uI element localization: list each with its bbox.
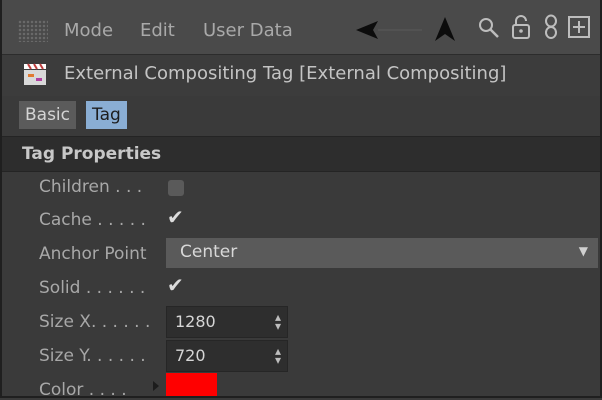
expand-arrow-icon[interactable] <box>153 381 159 391</box>
cursor-arrow-icon[interactable] <box>435 17 455 41</box>
chevron-down-icon: ▼ <box>578 244 588 258</box>
children-checkbox[interactable] <box>168 180 184 196</box>
anchor-point-value: Center <box>180 242 238 262</box>
clapperboard-icon <box>24 63 46 85</box>
anchor-point-label: Anchor Point <box>39 244 147 264</box>
color-swatch[interactable] <box>166 373 217 396</box>
children-label: Children . . . <box>39 177 143 197</box>
attribute-manager: Mode Edit User Data External Compositing… <box>0 0 602 398</box>
size-x-field[interactable]: 1280 ▴ ▾ <box>166 306 288 338</box>
solid-label: Solid . . . . . . <box>39 278 146 298</box>
cache-label: Cache . . . . . <box>39 210 146 230</box>
lock-icon[interactable] <box>511 14 531 40</box>
anchor-point-dropdown[interactable]: Center ▼ <box>166 238 598 268</box>
menu-mode[interactable]: Mode <box>64 20 113 41</box>
link-icon[interactable] <box>543 14 559 40</box>
size-x-value: 1280 <box>175 312 216 331</box>
menu-edit[interactable]: Edit <box>140 20 175 41</box>
size-y-field[interactable]: 720 ▴ ▾ <box>166 340 288 372</box>
color-label: Color . . . . <box>39 380 127 398</box>
title-bar: External Compositing Tag [External Compo… <box>2 55 600 96</box>
grip-handle-icon[interactable] <box>18 20 48 42</box>
menu-bar: Mode Edit User Data <box>2 0 600 55</box>
new-panel-icon[interactable] <box>568 16 590 38</box>
solid-checkbox[interactable]: ✔ <box>167 275 184 295</box>
section-header[interactable]: Tag Properties <box>2 136 600 172</box>
page-title: External Compositing Tag [External Compo… <box>64 63 507 84</box>
tab-tag[interactable]: Tag <box>86 101 127 129</box>
tab-basic[interactable]: Basic <box>19 101 77 129</box>
size-y-label: Size Y. . . . . . <box>39 346 146 366</box>
section-title: Tag Properties <box>22 144 162 164</box>
search-icon[interactable] <box>477 16 501 40</box>
cache-checkbox[interactable]: ✔ <box>167 207 184 227</box>
back-arrow-icon[interactable] <box>356 19 424 41</box>
stepper-arrows-icon[interactable]: ▴ ▾ <box>275 311 281 332</box>
stepper-arrows-icon[interactable]: ▴ ▾ <box>275 345 281 366</box>
size-x-label: Size X. . . . . . <box>39 312 151 332</box>
tab-bar: Basic Tag <box>2 97 600 133</box>
size-y-value: 720 <box>175 346 206 365</box>
menu-user-data[interactable]: User Data <box>203 20 293 41</box>
